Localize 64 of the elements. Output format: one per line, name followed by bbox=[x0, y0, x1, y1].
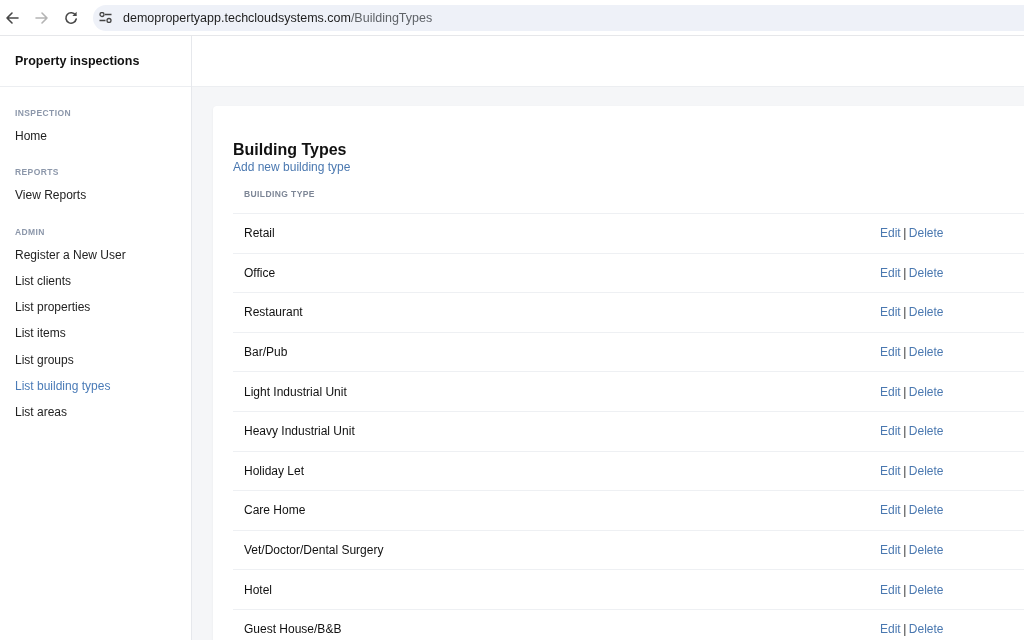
link-separator: | bbox=[903, 384, 907, 399]
nav-link[interactable]: List areas bbox=[15, 399, 68, 426]
table-cell: Bar/Pub bbox=[244, 345, 288, 360]
table-cell: Light Industrial Unit bbox=[244, 384, 347, 399]
sliders-icon[interactable] bbox=[99, 12, 112, 23]
table-cell: Restaurant bbox=[244, 305, 303, 320]
nav-link[interactable]: List building types bbox=[15, 373, 111, 400]
edit-link[interactable]: Edit bbox=[880, 384, 901, 399]
edit-link[interactable]: Edit bbox=[880, 463, 901, 478]
delete-link[interactable]: Delete bbox=[908, 503, 944, 518]
back-arrow-icon[interactable] bbox=[5, 10, 19, 25]
table-cell: Retail bbox=[244, 226, 275, 241]
edit-link[interactable]: Edit bbox=[880, 582, 901, 597]
delete-link[interactable]: Delete bbox=[908, 582, 944, 597]
app-title: Property inspections bbox=[15, 54, 140, 68]
table-cell: Care Home bbox=[244, 503, 306, 518]
delete-link[interactable]: Delete bbox=[908, 543, 944, 558]
link-separator: | bbox=[903, 582, 907, 597]
edit-link[interactable]: Edit bbox=[880, 226, 901, 241]
delete-link[interactable]: Delete bbox=[908, 622, 944, 637]
nav-link[interactable]: List groups bbox=[15, 346, 74, 374]
table-cell: Holiday Let bbox=[244, 463, 305, 478]
nav-link[interactable]: List properties bbox=[15, 294, 91, 321]
nav-link[interactable]: List clients bbox=[15, 267, 72, 295]
table-cell: Guest House/B&B bbox=[244, 622, 342, 637]
link-separator: | bbox=[903, 503, 907, 518]
edit-link[interactable]: Edit bbox=[880, 305, 901, 320]
link-separator: | bbox=[903, 424, 907, 439]
reload-icon[interactable] bbox=[64, 10, 78, 25]
column-header: BUILDING TYPE bbox=[244, 188, 315, 199]
delete-link[interactable]: Delete bbox=[908, 463, 944, 478]
link-separator: | bbox=[903, 622, 907, 637]
nav-link[interactable]: Register a New User bbox=[15, 241, 126, 268]
table-cell: Office bbox=[244, 265, 276, 280]
section-heading: REPORTS bbox=[15, 166, 59, 180]
page-title: Building Types bbox=[233, 140, 347, 160]
delete-link[interactable]: Delete bbox=[908, 384, 944, 399]
nav-link[interactable]: View Reports bbox=[15, 182, 87, 209]
edit-link[interactable]: Edit bbox=[880, 424, 901, 439]
nav-link[interactable]: Home bbox=[15, 123, 47, 150]
add-building-type-link[interactable]: Add new building type bbox=[233, 160, 351, 174]
table-cell: Vet/Doctor/Dental Surgery bbox=[244, 543, 384, 558]
edit-link[interactable]: Edit bbox=[880, 345, 901, 360]
edit-link[interactable]: Edit bbox=[880, 503, 901, 518]
link-separator: | bbox=[903, 345, 907, 360]
link-separator: | bbox=[903, 543, 907, 558]
link-separator: | bbox=[903, 265, 907, 280]
link-separator: | bbox=[903, 226, 907, 241]
table-cell: Hotel bbox=[244, 582, 272, 597]
section-heading: INSPECTION bbox=[15, 107, 71, 120]
delete-link[interactable]: Delete bbox=[908, 424, 944, 439]
link-separator: | bbox=[903, 305, 907, 320]
edit-link[interactable]: Edit bbox=[880, 543, 901, 558]
edit-link[interactable]: Edit bbox=[880, 622, 901, 637]
nav-link[interactable]: List items bbox=[15, 320, 66, 347]
link-separator: | bbox=[903, 463, 907, 478]
delete-link[interactable]: Delete bbox=[908, 305, 944, 320]
delete-link[interactable]: Delete bbox=[908, 226, 944, 241]
delete-link[interactable]: Delete bbox=[908, 265, 944, 280]
table-cell: Heavy Industrial Unit bbox=[244, 424, 355, 439]
edit-link[interactable]: Edit bbox=[880, 265, 901, 280]
delete-link[interactable]: Delete bbox=[908, 345, 944, 360]
section-heading: ADMIN bbox=[15, 225, 45, 239]
address-bar[interactable]: demopropertyapp.techcloudsystems.com/BuildingTypes bbox=[93, 4, 1024, 31]
